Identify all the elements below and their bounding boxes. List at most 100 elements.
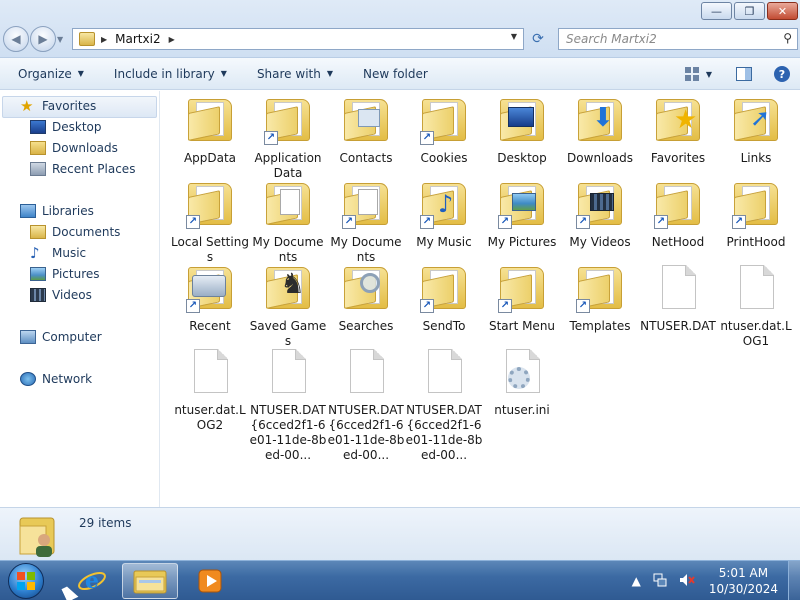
clock-time: 5:01 AM: [718, 566, 769, 580]
nav-item-label: Pictures: [52, 267, 100, 281]
shortcut-arrow-icon: ↗: [498, 299, 512, 313]
file-item[interactable]: NTUSER.DAT{6cced2f1-6e01-11de-8bed-00...: [403, 347, 485, 463]
item-label: Templates: [569, 319, 631, 333]
folder-item[interactable]: ♞ Saved Games: [247, 263, 329, 349]
clock[interactable]: 5:01 AM 10/30/2024: [709, 565, 778, 597]
title-address-bar: — ❐ ✕ ◀ ▶ ▼ ▶ Martxi2 ▶ ▼ ⟳ ⚲: [0, 0, 800, 58]
search-box[interactable]: ⚲: [558, 28, 798, 50]
show-desktop-button[interactable]: [788, 561, 800, 600]
item-label: Downloads: [567, 151, 633, 165]
new-folder-button[interactable]: New folder: [345, 67, 440, 81]
folder-item[interactable]: AppData: [169, 95, 251, 166]
folder-item[interactable]: ↗ Cookies: [403, 95, 485, 166]
shortcut-arrow-icon: ↗: [186, 299, 200, 313]
maximize-button[interactable]: ❐: [734, 2, 765, 20]
recent-places-icon: [30, 162, 46, 176]
folder-item[interactable]: ↗ My Documents: [325, 179, 407, 265]
back-button[interactable]: ◀: [3, 26, 29, 52]
folder-item[interactable]: ★ Favorites: [637, 95, 719, 166]
search-input[interactable]: [559, 29, 769, 49]
nav-item-videos[interactable]: Videos: [30, 288, 92, 302]
share-with-menu[interactable]: Share with ▼: [239, 67, 345, 81]
nav-item-documents[interactable]: Documents: [30, 225, 120, 239]
nav-item-desktop[interactable]: Desktop: [30, 120, 102, 134]
preview-pane-button[interactable]: [734, 64, 754, 84]
close-button[interactable]: ✕: [767, 2, 798, 20]
videos-icon: [30, 288, 46, 302]
taskbar-windows-explorer[interactable]: [122, 563, 178, 599]
file-item[interactable]: NTUSER.DAT{6cced2f1-6e01-11de-8bed-00...: [247, 347, 329, 463]
folder-item[interactable]: ↗ My Videos: [559, 179, 641, 250]
saved-games-folder-icon: ♞: [264, 263, 312, 315]
nav-item-recent-places[interactable]: Recent Places: [30, 162, 135, 176]
folder-item[interactable]: My Documents: [247, 179, 329, 265]
shortcut-arrow-icon: ↗: [576, 299, 590, 313]
file-list: AppData ↗ Application Data Contacts ↗ Cookies…: [161, 91, 800, 507]
folder-item[interactable]: ↗ NetHood: [637, 179, 719, 250]
show-hidden-icons-button[interactable]: ▲: [632, 574, 641, 588]
folder-item[interactable]: Contacts: [325, 95, 407, 166]
shortcut-arrow-icon: ↗: [732, 215, 746, 229]
forward-button[interactable]: ▶: [30, 26, 56, 52]
view-options-dropdown[interactable]: ▼: [704, 64, 714, 84]
file-item[interactable]: ntuser.dat.LOG2: [169, 347, 251, 433]
change-view-button[interactable]: [682, 64, 702, 84]
folder-item[interactable]: ♪ ↗ My Music: [403, 179, 485, 250]
breadcrumb-martxi2[interactable]: Martxi2: [115, 32, 160, 46]
folder-item[interactable]: ↗ Templates: [559, 263, 641, 334]
folder-item[interactable]: ↗ SendTo: [403, 263, 485, 334]
folder-item[interactable]: ↗ My Pictures: [481, 179, 563, 250]
address-bar[interactable]: ▶ Martxi2 ▶ ▼: [72, 28, 524, 50]
file-item[interactable]: ntuser.ini: [481, 347, 563, 418]
item-label: Local Settings: [171, 235, 249, 264]
music-folder-icon: ♪ ↗: [420, 179, 468, 231]
folder-item[interactable]: Searches: [325, 263, 407, 334]
item-label: NTUSER.DAT{6cced2f1-6e01-11de-8bed-00...: [249, 403, 327, 462]
minimize-button[interactable]: —: [701, 2, 732, 20]
help-button[interactable]: ?: [772, 64, 792, 84]
file-item[interactable]: NTUSER.DAT{6cced2f1-6e01-11de-8bed-00...: [325, 347, 407, 463]
videos-folder-icon: ↗: [576, 179, 624, 231]
user-folder-icon: [79, 32, 95, 46]
file-item[interactable]: NTUSER.DAT: [637, 263, 719, 334]
nav-item-downloads[interactable]: Downloads: [30, 141, 118, 155]
folder-item[interactable]: ➚ Links: [715, 95, 797, 166]
nav-item-libraries[interactable]: Libraries: [20, 204, 94, 218]
folder-item[interactable]: ↗ Recent: [169, 263, 251, 334]
file-item[interactable]: ntuser.dat.LOG1: [715, 263, 797, 349]
file-icon: [342, 347, 390, 399]
folder-item[interactable]: ⬇ Downloads: [559, 95, 641, 166]
documents-folder-icon: [264, 179, 312, 231]
shortcut-arrow-icon: ↗: [576, 215, 590, 229]
include-in-library-menu[interactable]: Include in library ▼: [96, 67, 239, 81]
nav-item-label: Music: [52, 246, 87, 260]
breadcrumb-separator-icon[interactable]: ▶: [169, 35, 175, 44]
folder-item[interactable]: ↗ Local Settings: [169, 179, 251, 265]
network-status-icon[interactable]: [653, 573, 667, 590]
volume-muted-icon[interactable]: [679, 573, 695, 590]
start-button[interactable]: [8, 563, 44, 599]
searches-folder-icon: [342, 263, 390, 315]
folder-item[interactable]: ↗ PrintHood: [715, 179, 797, 250]
settings-file-icon: [498, 347, 546, 399]
search-icon[interactable]: ⚲: [783, 31, 792, 45]
internet-explorer-icon: e: [78, 568, 106, 594]
folder-item[interactable]: ↗ Application Data: [247, 95, 329, 181]
nav-item-favorites[interactable]: ★ Favorites: [20, 99, 96, 114]
refresh-button[interactable]: ⟳: [527, 28, 549, 50]
nav-item-computer[interactable]: Computer: [20, 330, 102, 344]
item-label: My Videos: [569, 235, 631, 249]
folder-item[interactable]: ↗ Start Menu: [481, 263, 563, 334]
address-dropdown-icon[interactable]: ▼: [511, 32, 517, 41]
nav-item-pictures[interactable]: Pictures: [30, 267, 100, 281]
network-icon: [20, 372, 36, 386]
nav-item-network[interactable]: Network: [20, 372, 92, 386]
nav-item-music[interactable]: ♪ Music: [30, 246, 87, 261]
links-folder-icon: ➚: [732, 95, 780, 147]
taskbar-media-player[interactable]: [182, 563, 238, 599]
folder-item[interactable]: Desktop: [481, 95, 563, 166]
breadcrumb-separator-icon[interactable]: ▶: [101, 35, 107, 44]
item-label: Cookies: [420, 151, 468, 165]
organize-menu[interactable]: Organize ▼: [0, 67, 96, 81]
recent-pages-dropdown[interactable]: ▼: [57, 26, 69, 52]
